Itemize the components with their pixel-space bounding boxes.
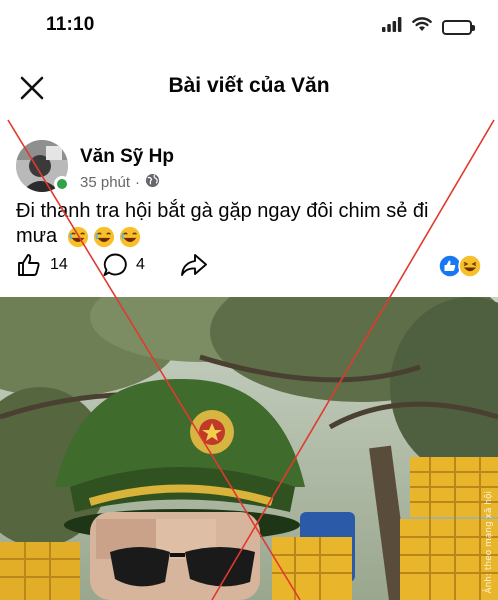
comment-button[interactable]: 4: [102, 252, 145, 278]
wifi-icon: [412, 17, 432, 37]
post-text: Đi thanh tra hội bắt gà gặp ngay đôi chi…: [16, 199, 456, 249]
signal-icon: [382, 17, 402, 37]
like-button[interactable]: 14: [16, 252, 68, 278]
post-meta: 35 phút ·: [80, 173, 160, 192]
photo-watermark: Ảnh: theo mạng xã hội: [484, 491, 494, 594]
emoji-row: [67, 226, 141, 248]
laughing-emoji: [93, 226, 114, 247]
meta-separator: ·: [135, 174, 141, 191]
haha-reaction-icon: [458, 254, 482, 278]
author-name[interactable]: Văn Sỹ Hp: [80, 146, 174, 168]
thumbs-up-icon: [18, 254, 40, 276]
page-title: Bài viết của Văn: [168, 74, 330, 97]
globe-icon: [145, 173, 160, 192]
status-bar: 11:10: [0, 0, 498, 52]
status-icons: [382, 17, 475, 37]
comment-count: 4: [136, 256, 145, 273]
like-count: 14: [50, 256, 68, 273]
comment-icon: [103, 253, 127, 276]
battery-icon: [442, 19, 475, 35]
nav-bar: Bài viết của Văn: [0, 52, 498, 126]
laughing-emoji: [119, 226, 140, 247]
post-header: Văn Sỹ Hp 35 phút ·: [16, 140, 482, 196]
share-button[interactable]: [180, 252, 208, 278]
reaction-summary[interactable]: [438, 254, 482, 278]
online-status-dot: [54, 176, 70, 192]
laughing-emoji: [67, 226, 88, 247]
post-actions: 14 4: [16, 252, 482, 282]
post-photo[interactable]: Ảnh: theo mạng xã hội: [0, 297, 498, 600]
post-time[interactable]: 35 phút: [80, 174, 130, 191]
status-time: 11:10: [46, 14, 95, 35]
share-icon: [181, 254, 207, 276]
